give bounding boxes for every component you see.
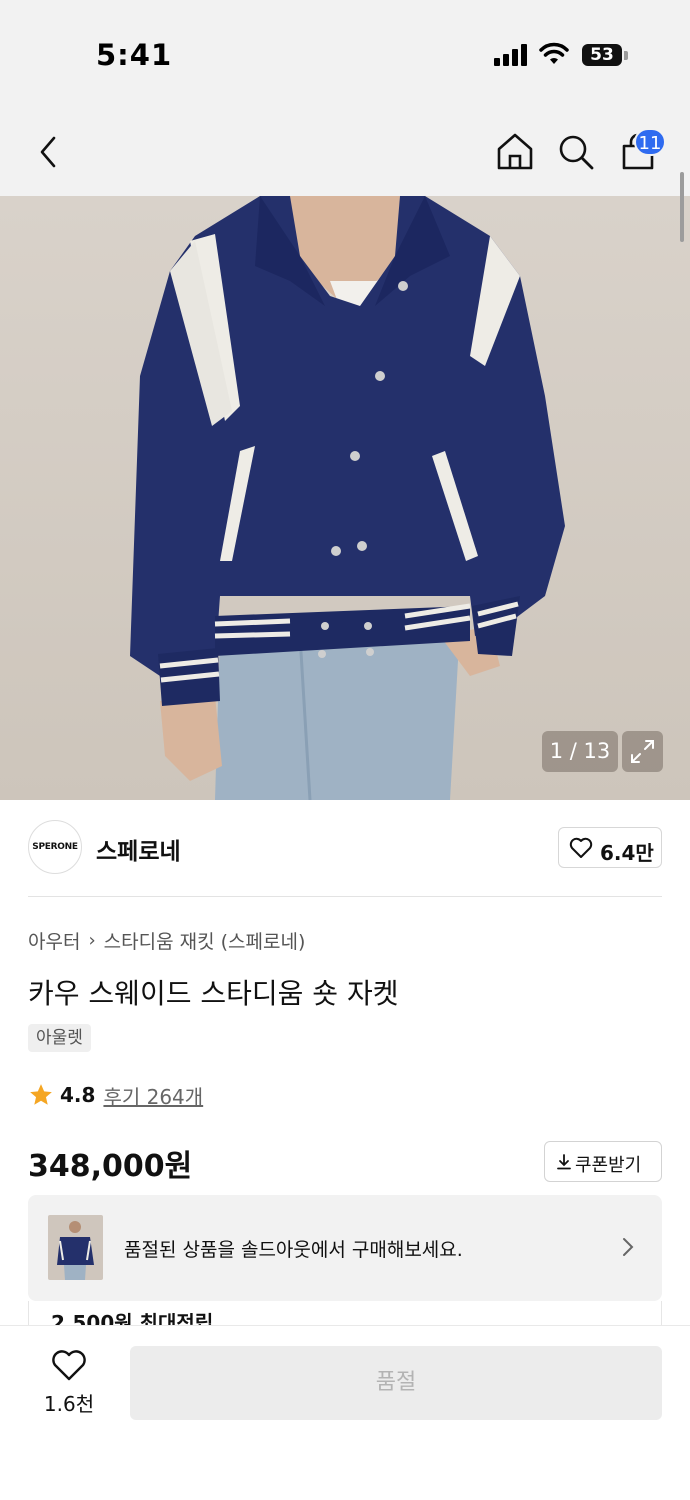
- top-nav: [0, 110, 690, 196]
- wishlist-count: 1.6천: [43, 1392, 95, 1416]
- image-counter: 1 / 13: [542, 731, 618, 772]
- product-price: 348,000원: [28, 1149, 193, 1184]
- coupon-label: 쿠폰받기: [575, 1155, 642, 1176]
- status-bar: 5:41 53: [0, 0, 690, 110]
- back-icon[interactable]: [28, 130, 72, 174]
- rating-row: 4.8 후기 264개: [28, 1080, 203, 1110]
- download-icon: [557, 1154, 571, 1170]
- wishlist-button[interactable]: 1.6천: [30, 1346, 108, 1420]
- heart-icon: [52, 1350, 86, 1381]
- reviews-link[interactable]: 후기 264개: [103, 1081, 203, 1110]
- jacket-illustration: [130, 196, 565, 800]
- breadcrumb: 아우터 › 스타디움 재킷 (스페로네): [28, 927, 305, 954]
- brand-like-button[interactable]: 6.4만: [558, 827, 662, 868]
- wifi-icon: [539, 42, 569, 64]
- status-time: 5:41: [96, 38, 173, 72]
- page-scrollbar[interactable]: [680, 172, 684, 242]
- soldout-button[interactable]: 품절: [130, 1346, 662, 1420]
- product-title: 카우 스웨이드 스타디움 숏 자켓: [28, 977, 399, 1010]
- brand-name[interactable]: 스페로네: [96, 832, 181, 866]
- signal-icon: [494, 44, 530, 66]
- cart-count-badge: 11: [634, 128, 666, 156]
- search-icon[interactable]: [554, 130, 598, 174]
- product-image[interactable]: [0, 196, 690, 800]
- breadcrumb-category[interactable]: 아우터: [28, 927, 80, 954]
- star-icon: [30, 1084, 52, 1105]
- chevron-right-icon: [623, 1238, 634, 1256]
- rating-score: 4.8: [60, 1083, 96, 1107]
- breadcrumb-subcategory[interactable]: 스타디움 재킷 (스페로네): [104, 927, 306, 954]
- soldout-banner[interactable]: 품절된 상품을 솔드아웃에서 구매해보세요.: [28, 1195, 662, 1301]
- coupon-button[interactable]: 쿠폰받기: [544, 1141, 662, 1182]
- outlet-tag: 아울렛: [28, 1024, 91, 1052]
- brand-logo[interactable]: SPERONE: [28, 820, 82, 874]
- heart-icon: [569, 837, 593, 858]
- battery-icon: 53: [582, 44, 622, 66]
- divider: [28, 896, 662, 897]
- chevron-right-icon: ›: [88, 930, 96, 951]
- expand-icon: [631, 740, 654, 763]
- home-icon[interactable]: [493, 130, 537, 174]
- expand-image-button[interactable]: [622, 731, 663, 772]
- banner-text: 품절된 상품을 솔드아웃에서 구매해보세요.: [124, 1239, 463, 1261]
- brand-like-count: 6.4만: [600, 841, 654, 865]
- banner-thumbnail: [48, 1215, 103, 1280]
- battery-tip: [624, 51, 628, 60]
